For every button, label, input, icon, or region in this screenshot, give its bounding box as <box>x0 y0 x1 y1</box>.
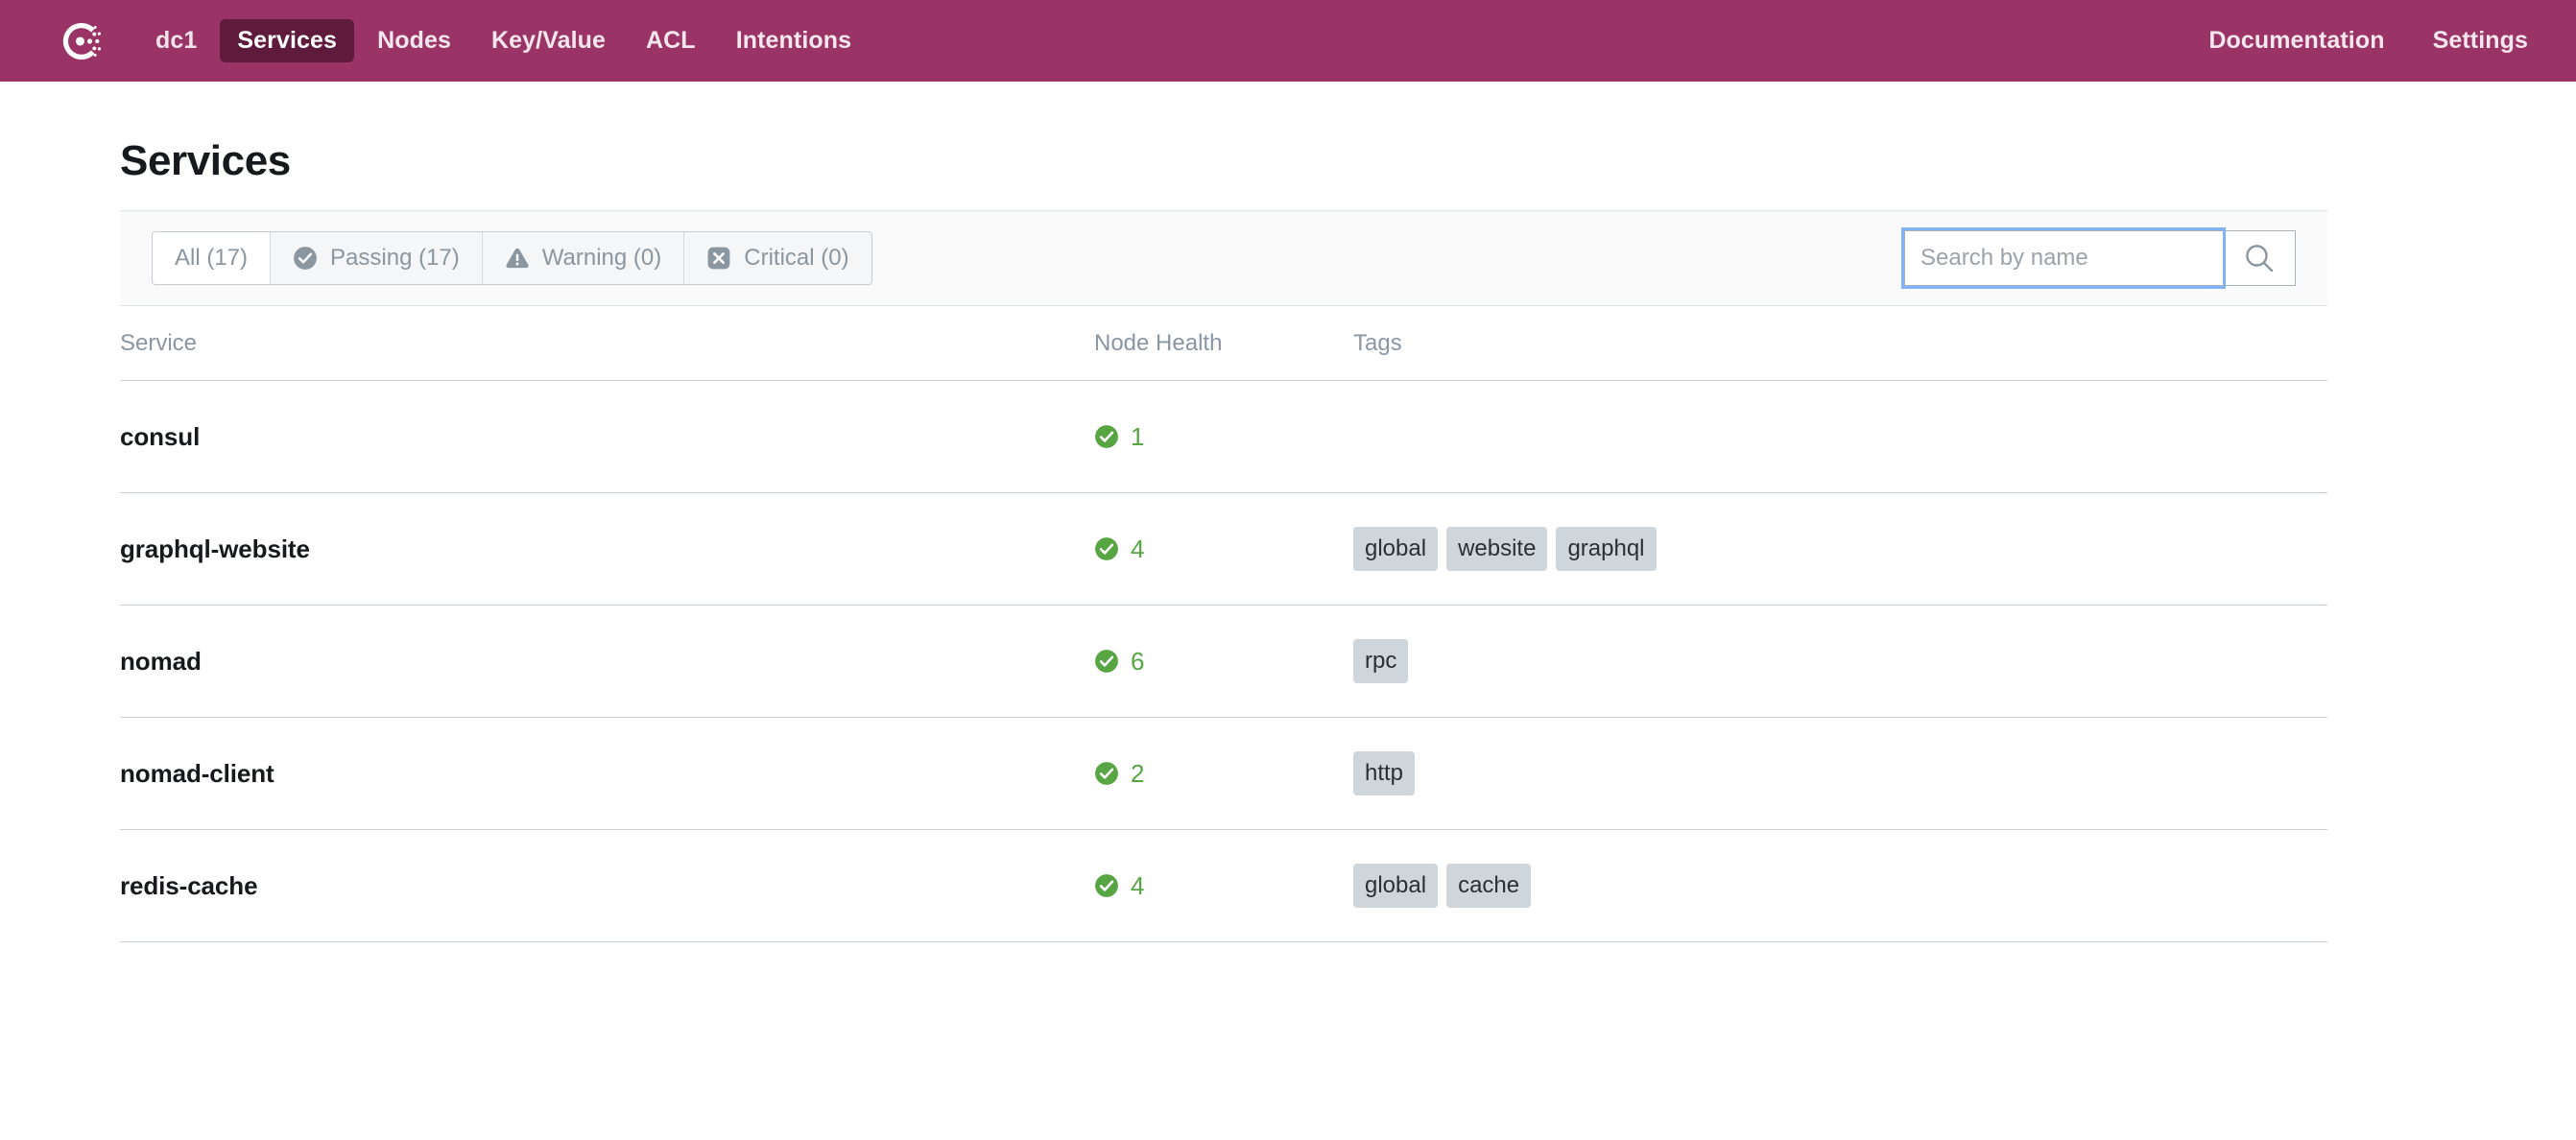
nav-item-settings[interactable]: Settings <box>2431 19 2530 62</box>
node-health-cell: 6 <box>1094 649 1353 674</box>
service-name-cell[interactable]: redis-cache <box>120 873 1094 899</box>
table-row[interactable]: graphql-website 4 global website graphql <box>120 493 2327 606</box>
table-row[interactable]: nomad-client 2 http <box>120 718 2327 830</box>
filter-tab-warning-label: Warning (0) <box>541 245 662 271</box>
service-name-cell[interactable]: consul <box>120 424 1094 450</box>
health-passing-icon <box>1095 425 1118 448</box>
tag-badge: global <box>1353 864 1439 908</box>
top-navigation-bar: dc1 Services Nodes Key/Value ACL Intenti… <box>0 0 2576 82</box>
tags-cell: http <box>1353 751 2327 796</box>
nav-item-intentions[interactable]: Intentions <box>719 19 869 62</box>
datacenter-label[interactable]: dc1 <box>138 19 214 62</box>
tags-cell: rpc <box>1353 639 2327 683</box>
check-circle-icon <box>294 247 317 270</box>
search-group <box>1904 230 2296 286</box>
search-input[interactable] <box>1904 230 2223 286</box>
nav-left-group: dc1 Services Nodes Key/Value ACL Intenti… <box>60 19 869 63</box>
service-name: graphql-website <box>120 534 310 563</box>
table-header-row: Service Node Health Tags <box>120 306 2327 381</box>
consul-logo-icon[interactable] <box>60 19 104 63</box>
tag-badge: global <box>1353 527 1439 571</box>
node-health-cell: 4 <box>1094 536 1353 561</box>
node-health-cell: 2 <box>1094 761 1353 786</box>
filter-tab-passing-label: Passing (17) <box>330 245 460 271</box>
page-body: Services All (17) Passing (17) Warning (… <box>0 82 2576 942</box>
x-square-icon <box>707 247 730 270</box>
service-name: nomad <box>120 646 202 676</box>
health-count: 6 <box>1131 647 1145 676</box>
table-row[interactable]: consul 1 <box>120 381 2327 493</box>
health-passing-icon <box>1095 537 1118 560</box>
column-header-service: Service <box>120 329 198 356</box>
nav-item-nodes[interactable]: Nodes <box>360 19 468 62</box>
filter-tab-critical[interactable]: Critical (0) <box>683 232 871 284</box>
service-name: nomad-client <box>120 758 274 788</box>
health-filter-segmented-control: All (17) Passing (17) Warning (0) Critic… <box>152 231 872 285</box>
health-count: 1 <box>1131 422 1145 451</box>
column-header-node-health: Node Health <box>1094 329 1223 356</box>
tag-badge: http <box>1353 751 1416 796</box>
tag-badge: website <box>1446 527 1548 571</box>
health-count: 4 <box>1131 534 1145 563</box>
nav-items-group: dc1 Services Nodes Key/Value ACL Intenti… <box>138 19 869 62</box>
service-name: consul <box>120 421 201 451</box>
service-name: redis-cache <box>120 870 258 900</box>
nav-item-documentation[interactable]: Documentation <box>2206 19 2386 62</box>
table-row[interactable]: nomad 6 rpc <box>120 606 2327 718</box>
warning-triangle-icon <box>506 248 529 269</box>
service-name-cell[interactable]: nomad <box>120 649 1094 675</box>
tag-badge: graphql <box>1556 527 1657 571</box>
service-name-cell[interactable]: graphql-website <box>120 536 1094 562</box>
tags-cell: global website graphql <box>1353 527 2327 571</box>
search-button[interactable] <box>2223 230 2296 286</box>
tag-badge: rpc <box>1353 639 1409 683</box>
health-passing-icon <box>1095 762 1118 785</box>
table-row[interactable]: redis-cache 4 global cache <box>120 830 2327 942</box>
health-passing-icon <box>1095 650 1118 673</box>
nav-right-group: Documentation Settings <box>2206 19 2530 62</box>
filter-tab-critical-label: Critical (0) <box>744 245 849 271</box>
services-table: Service Node Health Tags consul 1 graphql-… <box>120 306 2327 942</box>
health-count: 4 <box>1131 871 1145 900</box>
table-body: consul 1 graphql-website 4 global website grap… <box>120 381 2327 942</box>
nav-item-acl[interactable]: ACL <box>629 19 713 62</box>
filter-bar: All (17) Passing (17) Warning (0) Critic… <box>120 210 2327 306</box>
filter-tab-warning[interactable]: Warning (0) <box>481 232 683 284</box>
nav-item-key-value[interactable]: Key/Value <box>474 19 623 62</box>
node-health-cell: 4 <box>1094 873 1353 898</box>
tags-cell: global cache <box>1353 864 2327 908</box>
tag-badge: cache <box>1446 864 1532 908</box>
nav-item-services[interactable]: Services <box>220 19 355 62</box>
health-passing-icon <box>1095 874 1118 897</box>
filter-tab-all-label: All (17) <box>175 245 249 271</box>
node-health-cell: 1 <box>1094 424 1353 449</box>
health-count: 2 <box>1131 759 1145 788</box>
content-container: Services All (17) Passing (17) Warning (… <box>120 82 2327 942</box>
filter-tab-all[interactable]: All (17) <box>153 232 271 284</box>
page-title: Services <box>120 137 291 184</box>
column-header-tags: Tags <box>1353 329 1402 356</box>
service-name-cell[interactable]: nomad-client <box>120 761 1094 787</box>
filter-tab-passing[interactable]: Passing (17) <box>270 232 482 284</box>
search-icon <box>2246 245 2274 273</box>
